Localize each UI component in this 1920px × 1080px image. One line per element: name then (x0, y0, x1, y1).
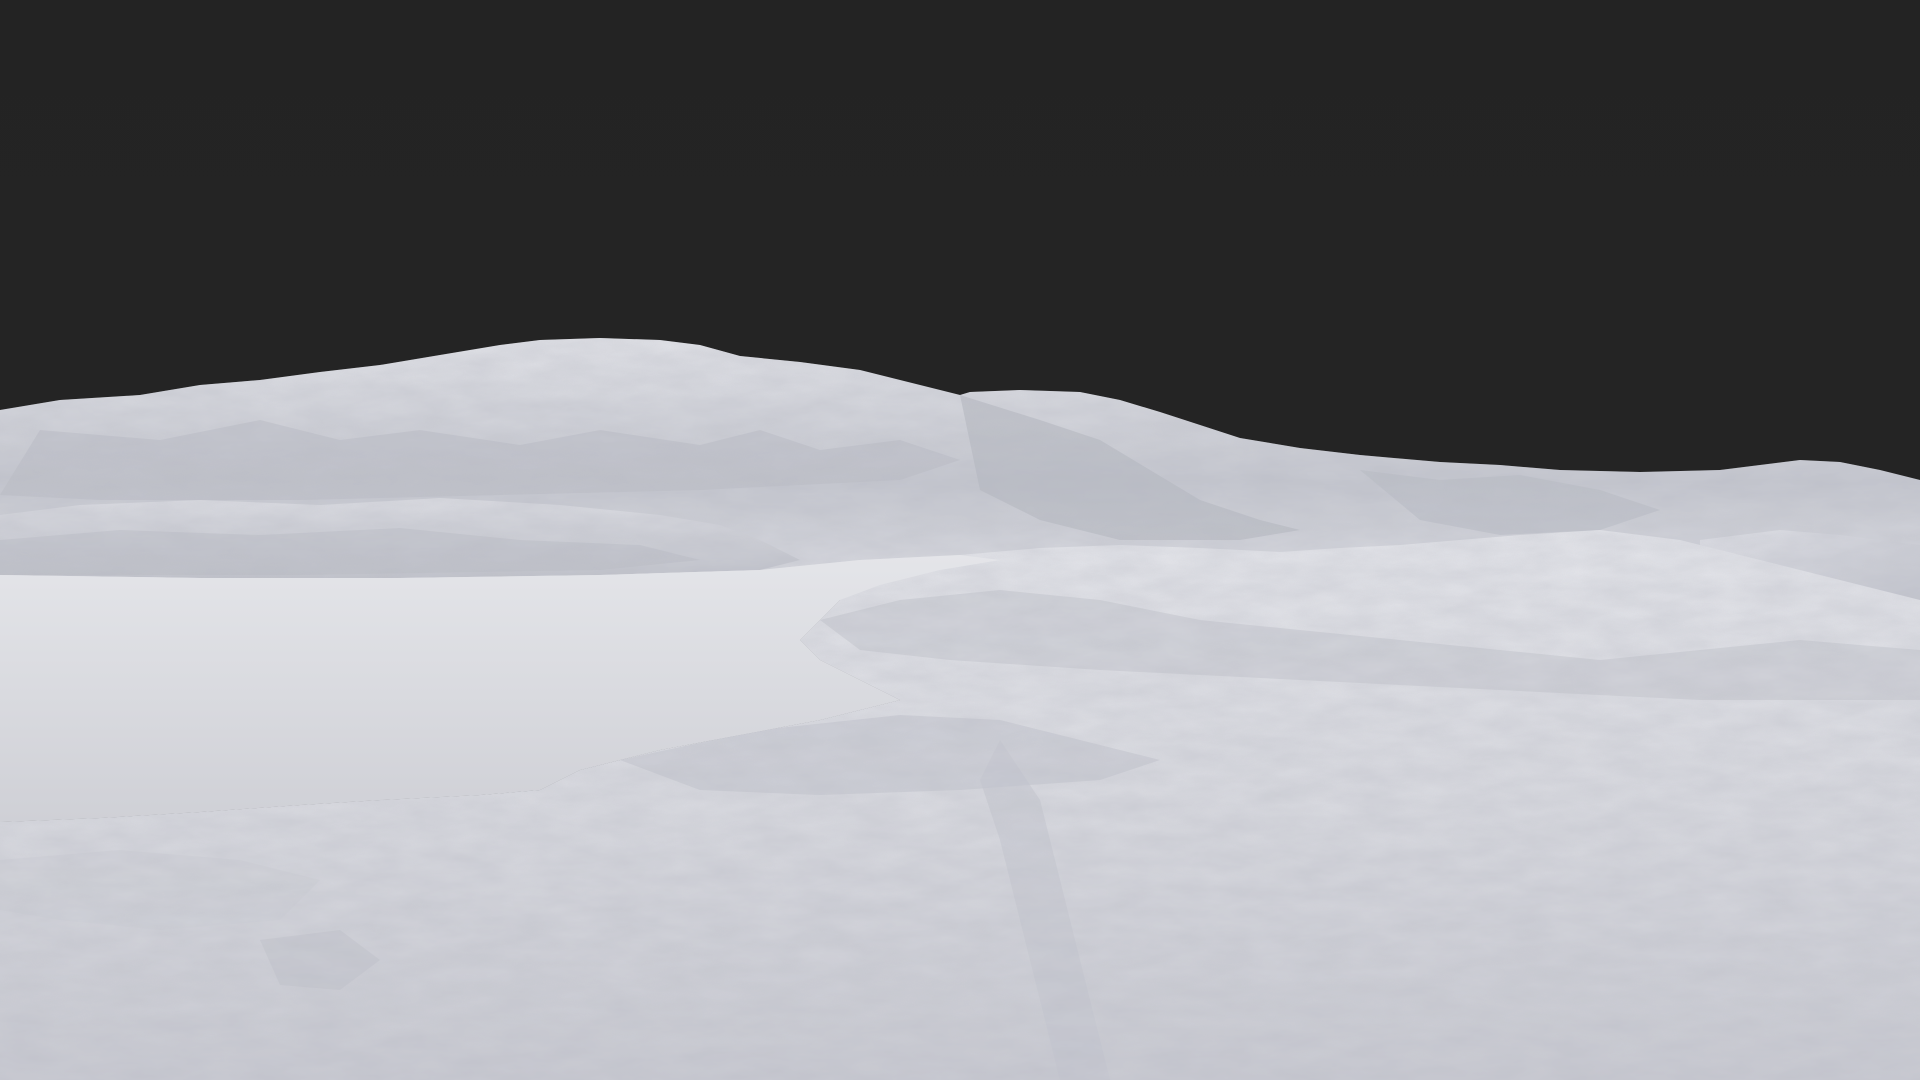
terrain-render (0, 0, 1920, 1080)
terrain-canvas (0, 0, 1920, 1080)
